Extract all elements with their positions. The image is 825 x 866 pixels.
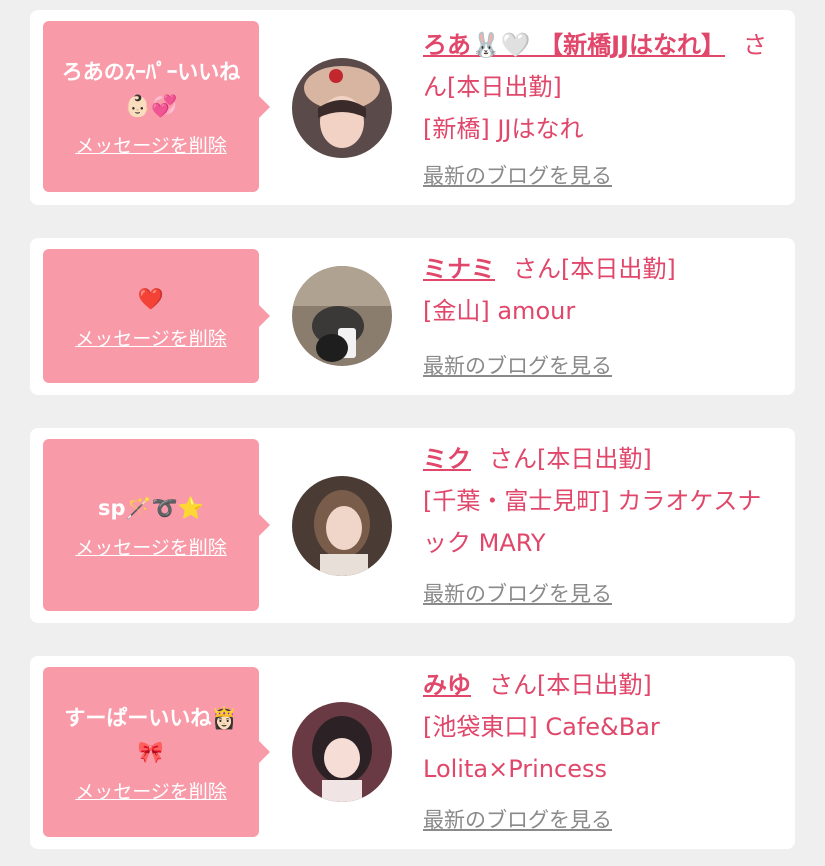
area-shop: [千葉・富士見町] カラオケスナック MARY xyxy=(423,487,762,557)
message-bubble: ろあのｽｰﾊﾟｰいいね👶🏻💞 メッセージを削除 xyxy=(43,21,270,192)
status-text: さん[本日出勤] xyxy=(489,671,652,699)
message-bubble: sp🪄➰⭐️ メッセージを削除 xyxy=(43,439,270,611)
avatar[interactable] xyxy=(292,702,392,802)
blog-link[interactable]: 最新のブログを見る xyxy=(423,578,612,608)
profile-name-link[interactable]: ろあ🐰🤍 【新橋JJはなれ】 xyxy=(423,31,725,59)
profile-info: みゆ さん[本日出勤] [池袋東口] Cafe&Bar Lolita×Prince… xyxy=(423,664,773,790)
area-shop: [金山] amour xyxy=(423,297,576,325)
blog-link[interactable]: 最新のブログを見る xyxy=(423,160,612,190)
delete-message-link[interactable]: メッセージを削除 xyxy=(75,131,227,158)
message-bubble: すーぱーいいね👸🏻🎀 メッセージを削除 xyxy=(43,667,270,837)
avatar[interactable] xyxy=(292,58,392,158)
user-photo-icon xyxy=(292,58,392,158)
avatar[interactable] xyxy=(292,266,392,366)
user-photo-icon xyxy=(292,702,392,802)
delete-message-link[interactable]: メッセージを削除 xyxy=(75,533,227,560)
blog-link[interactable]: 最新のブログを見る xyxy=(423,350,612,380)
user-photo-icon xyxy=(292,476,392,576)
profile-name-link[interactable]: ミナミ xyxy=(423,255,495,283)
profile-info: ミナミ さん[本日出勤] [金山] amour xyxy=(423,248,773,332)
profile-info: ろあ🐰🤍 【新橋JJはなれ】 さん[本日出勤] [新橋] JJはなれ xyxy=(423,24,773,150)
profile-name-link[interactable]: ミク xyxy=(423,445,471,473)
area-shop: [池袋東口] Cafe&Bar Lolita×Princess xyxy=(423,713,660,783)
message-list: ろあのｽｰﾊﾟｰいいね👶🏻💞 メッセージを削除 ろあ🐰🤍 【新橋JJはなれ】 さん… xyxy=(0,0,825,866)
message-text: ろあのｽｰﾊﾟｰいいね👶🏻💞 xyxy=(61,60,241,118)
avatar[interactable] xyxy=(292,476,392,576)
status-text: さん[本日出勤] xyxy=(489,445,652,473)
message-card: ❤️ メッセージを削除 ミナミ さん[本日出勤] [金山] amour 最新のブロ… xyxy=(30,238,795,395)
profile-name-link[interactable]: みゆ xyxy=(423,671,471,699)
area-shop: [新橋] JJはなれ xyxy=(423,115,584,143)
delete-message-link[interactable]: メッセージを削除 xyxy=(75,324,227,351)
delete-message-link[interactable]: メッセージを削除 xyxy=(75,777,227,804)
message-card: すーぱーいいね👸🏻🎀 メッセージを削除 みゆ さん[本日出勤] [池袋東口] Ca… xyxy=(30,656,795,849)
blog-link[interactable]: 最新のブログを見る xyxy=(423,804,612,834)
user-photo-icon xyxy=(292,266,392,366)
message-card: sp🪄➰⭐️ メッセージを削除 ミク さん[本日出勤] [千葉・富士見町] カラオ… xyxy=(30,428,795,623)
profile-info: ミク さん[本日出勤] [千葉・富士見町] カラオケスナック MARY xyxy=(423,438,773,564)
message-text: sp🪄➰⭐️ xyxy=(98,495,204,520)
message-card: ろあのｽｰﾊﾟｰいいね👶🏻💞 メッセージを削除 ろあ🐰🤍 【新橋JJはなれ】 さん… xyxy=(30,10,795,205)
message-text: ❤️ xyxy=(137,286,165,311)
message-bubble: ❤️ メッセージを削除 xyxy=(43,249,270,383)
status-text: さん[本日出勤] xyxy=(513,255,676,283)
message-text: すーぱーいいね👸🏻🎀 xyxy=(64,705,238,764)
